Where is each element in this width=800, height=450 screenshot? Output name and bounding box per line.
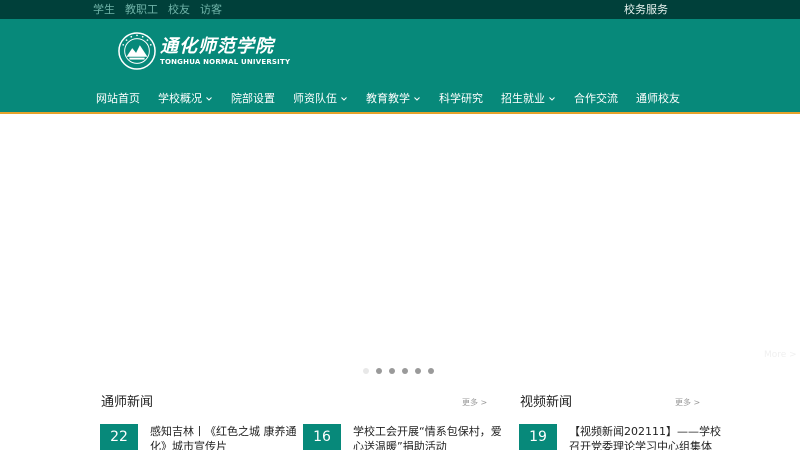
chevron-down-icon	[341, 97, 347, 101]
audience-link-visitors[interactable]: 访客	[200, 2, 222, 17]
slider-dot[interactable]	[363, 368, 369, 374]
slider-dot[interactable]	[376, 368, 382, 374]
university-name-cn: 通化师范学院	[160, 35, 274, 57]
university-name-en: TONGHUA NORMAL UNIVERSITY	[160, 57, 291, 66]
news-item[interactable]: 16 学校工会开展“情系包保村，爱 心送温暖”捐助活动	[303, 424, 502, 450]
news-section-title: 通师新闻	[101, 395, 154, 410]
video-news-item[interactable]: 19 【视频新闻202111】——学校 召开党委理论学习中心组集体	[519, 424, 721, 450]
news-title: 【视频新闻202111】——学校 召开党委理论学习中心组集体	[569, 425, 721, 450]
nav-item-departments[interactable]: 院部设置	[231, 91, 275, 107]
slider-dot[interactable]	[428, 368, 434, 374]
site-header: 通化师范学院 TONGHUA NORMAL UNIVERSITY 网站首页 学校…	[0, 19, 800, 112]
news-date: 19	[519, 424, 557, 450]
nav-item-about[interactable]: 学校概况	[158, 91, 213, 107]
campus-service-link[interactable]: 校务服务	[624, 2, 668, 17]
news-more-link[interactable]: 更多 >	[462, 397, 487, 408]
nav-item-faculty[interactable]: 师资队伍	[293, 91, 348, 107]
nav-item-admissions[interactable]: 招生就业	[501, 91, 556, 107]
video-more-link[interactable]: 更多 >	[675, 397, 700, 408]
university-logo[interactable]: 通化师范学院 TONGHUA NORMAL UNIVERSITY	[118, 30, 290, 72]
slider-pagination	[363, 368, 434, 374]
slider-dot[interactable]	[389, 368, 395, 374]
nav-item-alumni[interactable]: 通师校友	[636, 91, 680, 107]
audience-links: 学生 教职工 校友 访客	[93, 2, 222, 17]
audience-link-staff[interactable]: 教职工	[125, 2, 158, 17]
top-utility-bar: 学生 教职工 校友 访客 校务服务	[0, 0, 800, 19]
news-title: 学校工会开展“情系包保村，爱 心送温暖”捐助活动	[353, 425, 502, 450]
nav-item-education[interactable]: 教育教学	[366, 91, 421, 107]
nav-item-cooperation[interactable]: 合作交流	[574, 91, 618, 107]
chevron-down-icon	[206, 97, 212, 101]
chevron-down-icon	[549, 97, 555, 101]
slider-dot[interactable]	[415, 368, 421, 374]
news-date: 22	[100, 424, 138, 450]
nav-item-home[interactable]: 网站首页	[96, 91, 140, 107]
video-section-title: 视频新闻	[520, 395, 573, 410]
slider-dot[interactable]	[402, 368, 408, 374]
news-title: 感知吉林丨《红色之城 康养通 化》城市宣传片	[150, 425, 297, 450]
banner-more-link[interactable]: More >	[764, 350, 797, 360]
university-seal-icon	[118, 32, 156, 70]
main-nav: 网站首页 学校概况 院部设置 师资队伍 教育教学 科学研究 招生就业 合作交流 …	[96, 91, 698, 107]
chevron-down-icon	[414, 97, 420, 101]
audience-link-students[interactable]: 学生	[93, 2, 115, 17]
news-item[interactable]: 22 感知吉林丨《红色之城 康养通 化》城市宣传片	[100, 424, 297, 450]
audience-link-alumni[interactable]: 校友	[168, 2, 190, 17]
nav-item-research[interactable]: 科学研究	[439, 91, 483, 107]
news-date: 16	[303, 424, 341, 450]
banner-slider[interactable]	[0, 114, 800, 376]
